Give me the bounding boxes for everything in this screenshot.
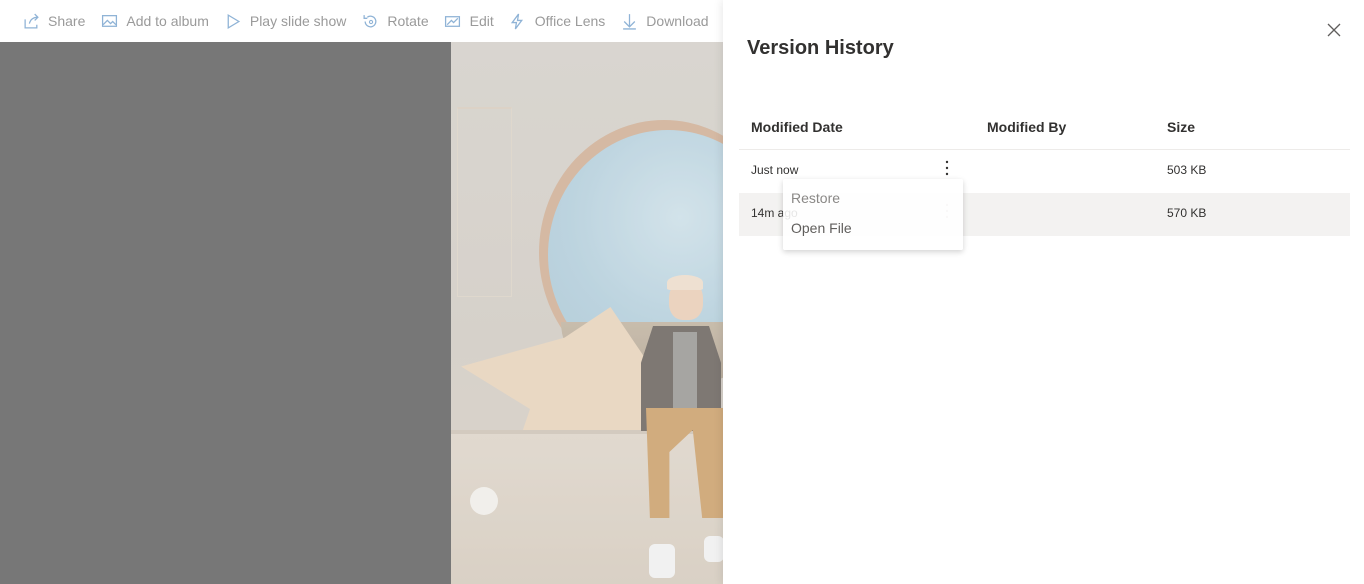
column-modified-by[interactable]: Modified By bbox=[987, 119, 1066, 135]
menu-item-restore[interactable]: Restore bbox=[783, 184, 963, 212]
photo-preview bbox=[451, 42, 751, 584]
add-to-album-button[interactable]: Add to album bbox=[100, 0, 209, 42]
rotate-icon bbox=[361, 12, 379, 30]
close-button[interactable] bbox=[1324, 20, 1344, 40]
download-button[interactable]: Download bbox=[620, 0, 709, 42]
edit-button[interactable]: Edit bbox=[444, 0, 494, 42]
row-date: Just now bbox=[751, 163, 799, 177]
play-slide-show-button[interactable]: Play slide show bbox=[224, 0, 347, 42]
rotate-button[interactable]: Rotate bbox=[361, 0, 429, 42]
more-vertical-icon bbox=[945, 160, 949, 176]
close-icon bbox=[1327, 23, 1341, 37]
menu-item-open-file[interactable]: Open File bbox=[783, 212, 963, 243]
share-label: Share bbox=[48, 13, 86, 29]
office-lens-label: Office Lens bbox=[534, 13, 606, 29]
play-slide-show-label: Play slide show bbox=[249, 13, 347, 29]
play-icon bbox=[224, 12, 242, 30]
lightning-icon bbox=[509, 12, 527, 30]
row-size: 570 KB bbox=[1167, 206, 1207, 220]
table-header: Modified Date Modified By Size bbox=[739, 106, 1350, 150]
download-icon bbox=[620, 12, 638, 30]
edit-icon bbox=[444, 12, 462, 30]
more-options-button[interactable] bbox=[939, 158, 955, 178]
version-context-menu: Restore Open File bbox=[783, 179, 963, 250]
panel-title: Version History bbox=[747, 37, 894, 59]
album-icon bbox=[100, 12, 118, 30]
share-icon bbox=[22, 12, 40, 30]
share-button[interactable]: Share bbox=[22, 0, 85, 42]
download-label: Download bbox=[646, 13, 709, 29]
row-size: 503 KB bbox=[1167, 163, 1207, 177]
rotate-label: Rotate bbox=[387, 13, 429, 29]
add-to-album-label: Add to album bbox=[126, 13, 209, 29]
edit-label: Edit bbox=[469, 13, 494, 29]
version-history-panel: Version History Modified Date Modified B… bbox=[723, 0, 1364, 584]
office-lens-button[interactable]: Office Lens bbox=[509, 0, 606, 42]
column-size[interactable]: Size bbox=[1167, 119, 1195, 135]
column-modified-date[interactable]: Modified Date bbox=[751, 119, 843, 135]
